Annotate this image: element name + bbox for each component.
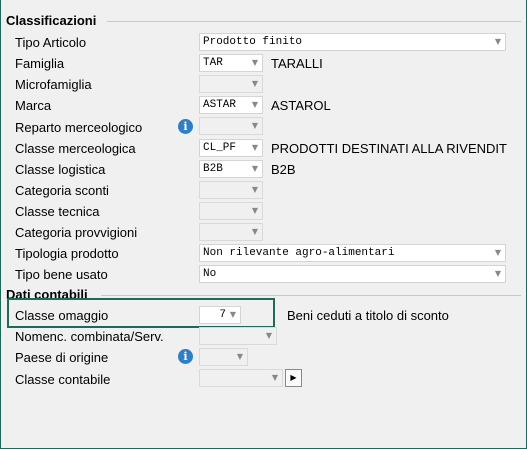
- chevron-down-icon: ▼: [265, 331, 272, 340]
- open-classe-contabile-button[interactable]: ▶: [285, 369, 302, 387]
- chevron-down-icon: ▼: [236, 352, 243, 361]
- chevron-down-icon: ▼: [271, 373, 278, 382]
- classe-logistica-description: B2B: [271, 162, 296, 177]
- chevron-down-icon: ▼: [494, 269, 501, 278]
- tipo-bene-usato-select[interactable]: No ▼: [199, 265, 506, 283]
- classe-omaggio-select[interactable]: 7 ▼: [199, 306, 241, 324]
- chevron-down-icon: ▼: [229, 310, 236, 319]
- famiglia-label: Famiglia: [15, 56, 65, 71]
- marca-select[interactable]: ASTAR ▼: [199, 96, 263, 114]
- classe-logistica-select[interactable]: B2B ▼: [199, 160, 263, 178]
- microfamiglia-select[interactable]: ▼: [199, 75, 263, 93]
- classe-merceologica-description: PRODOTTI DESTINATI ALLA RIVENDIT: [271, 141, 507, 156]
- chevron-down-icon: ▼: [251, 143, 258, 152]
- categoria-sconti-label: Categoria sconti: [15, 183, 109, 198]
- classe-tecnica-select[interactable]: ▼: [199, 202, 263, 220]
- section-title-classificazioni: Classificazioni: [6, 13, 97, 28]
- chevron-down-icon: ▼: [251, 79, 258, 88]
- tipo-articolo-label: Tipo Articolo: [15, 35, 87, 50]
- famiglia-select[interactable]: TAR ▼: [199, 54, 263, 72]
- info-icon[interactable]: i: [178, 349, 193, 364]
- categoria-provvigioni-select[interactable]: ▼: [199, 223, 263, 241]
- classe-merceologica-label: Classe merceologica: [15, 141, 136, 156]
- reparto-merceologico-label: Reparto merceologico: [15, 120, 143, 135]
- classe-omaggio-description: Beni ceduti a titolo di sconto: [287, 308, 449, 323]
- classe-omaggio-label: Classe omaggio: [15, 308, 109, 323]
- classe-logistica-label: Classe logistica: [15, 162, 106, 177]
- famiglia-description: TARALLI: [271, 56, 323, 71]
- chevron-down-icon: ▼: [251, 185, 258, 194]
- chevron-down-icon: ▼: [251, 206, 258, 215]
- chevron-down-icon: ▼: [251, 164, 258, 173]
- chevron-down-icon: ▼: [251, 100, 258, 109]
- paese-origine-label: Paese di origine: [15, 350, 109, 365]
- classe-contabile-label: Classe contabile: [15, 372, 111, 387]
- microfamiglia-label: Microfamiglia: [15, 77, 92, 92]
- chevron-down-icon: ▼: [251, 121, 258, 130]
- chevron-down-icon: ▼: [494, 37, 501, 46]
- tipologia-prodotto-label: Tipologia prodotto: [15, 246, 119, 261]
- reparto-merceologico-select[interactable]: ▼: [199, 117, 263, 135]
- section-divider: [107, 21, 521, 22]
- classe-contabile-select[interactable]: ▼: [199, 369, 283, 387]
- nomenc-combinata-select[interactable]: ▼: [199, 327, 277, 345]
- chevron-down-icon: ▼: [494, 248, 501, 257]
- classe-merceologica-select[interactable]: CL_PF ▼: [199, 139, 263, 157]
- categoria-provvigioni-label: Categoria provvigioni: [15, 225, 138, 240]
- tipologia-prodotto-select[interactable]: Non rilevante agro-alimentari ▼: [199, 244, 506, 262]
- nomenc-combinata-label: Nomenc. combinata/Serv.: [15, 329, 164, 344]
- marca-label: Marca: [15, 98, 52, 113]
- chevron-down-icon: ▼: [251, 58, 258, 67]
- section-divider: [101, 295, 521, 296]
- paese-origine-select[interactable]: ▼: [199, 348, 248, 366]
- chevron-down-icon: ▼: [251, 227, 258, 236]
- classe-tecnica-label: Classe tecnica: [15, 204, 100, 219]
- categoria-sconti-select[interactable]: ▼: [199, 181, 263, 199]
- tipo-articolo-select[interactable]: Prodotto finito ▼: [199, 33, 506, 51]
- tipo-bene-usato-label: Tipo bene usato: [15, 267, 108, 282]
- info-icon[interactable]: i: [178, 119, 193, 134]
- marca-description: ASTAROL: [271, 98, 331, 113]
